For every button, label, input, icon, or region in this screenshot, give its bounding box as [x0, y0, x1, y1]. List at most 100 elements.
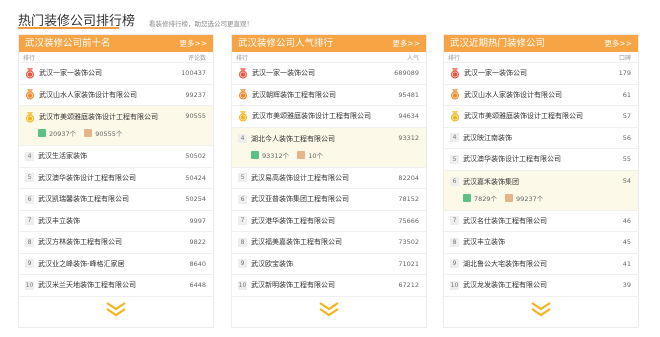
company-name[interactable]: 武汉方林装饰工程有限公司 [38, 237, 185, 247]
company-name[interactable]: 武汉山水人家装饰设计有限公司 [464, 90, 619, 100]
case-count-icon [84, 129, 93, 137]
company-stats: 93312个 10个 [251, 150, 331, 160]
rank-number: 5 [25, 173, 34, 183]
chevron-down-icon[interactable] [105, 301, 127, 321]
ranking-row[interactable]: 9 武汉欧宝装饰 71021 [232, 254, 426, 275]
ranking-row[interactable]: 8 武汉丰立装饰 45 [444, 232, 638, 254]
ranking-row[interactable]: 武汉市美颂雅庭装饰设计工程有限公司 90555 20937个 90555个 [19, 106, 213, 146]
rank-column-label: 排行 [23, 54, 36, 62]
ranking-row[interactable]: 4 湖北今人装饰工程有限公司 93312 93312个 10个 [232, 127, 426, 168]
ranking-row[interactable]: 9 湖北鲁公大宅装饰有限公司 41 [444, 254, 638, 275]
company-name[interactable]: 武汉丰立装饰 [463, 237, 619, 247]
ranking-row[interactable]: 4 武汉映江南装饰 56 [444, 128, 638, 149]
company-name[interactable]: 武汉新明装饰工程有限公司 [251, 280, 394, 290]
ranking-row[interactable]: 7 武汉名仕装饰工程有限公司 46 [444, 211, 638, 232]
company-name[interactable]: 武汉龙发装饰工程有限公司 [463, 280, 619, 290]
ranking-row[interactable]: 5 武汉澳华装饰设计工程有限公司 55 [444, 149, 638, 171]
ranking-row[interactable]: 武汉市美颂雅庭装饰设计工程有限公司 57 [444, 106, 638, 128]
ranking-value: 100437 [181, 69, 206, 78]
ranking-row[interactable]: 9 武汉业之峰装饰-峰格汇家居 8640 [19, 254, 213, 275]
ranking-row[interactable]: 10 武汉龙发装饰工程有限公司 39 [444, 275, 638, 297]
company-name[interactable]: 武汉米兰天地装饰工程有限公司 [38, 280, 185, 290]
rank-number: 10 [25, 280, 34, 290]
chevron-down-icon[interactable] [318, 301, 340, 321]
case-stat: 90555个 [84, 128, 122, 138]
ranking-row[interactable]: 10 武汉新明装饰工程有限公司 67212 [232, 275, 426, 297]
ranking-row[interactable]: 武汉山水人家装饰设计有限公司 61 [444, 85, 638, 106]
chevron-down-icon[interactable] [530, 301, 552, 321]
ranking-row[interactable]: 5 武汉易高装饰设计工程有限公司 82204 [232, 168, 426, 189]
ranking-value: 56 [622, 133, 631, 142]
ranking-row[interactable]: 6 武汉亚普装饰集团工程有限公司 78152 [232, 189, 426, 211]
company-name[interactable]: 武汉亚普装饰集团工程有限公司 [251, 194, 394, 204]
rank-number: 9 [238, 259, 247, 269]
panel-header: 武汉装修公司人气排行 更多>> [232, 35, 426, 52]
ranking-value: 55 [622, 155, 631, 164]
ranking-value: 94634 [398, 112, 419, 121]
company-name[interactable]: 武汉福美嘉装饰工程有限公司 [251, 237, 394, 247]
company-name[interactable]: 武汉市美颂雅庭装饰设计工程有限公司 [464, 111, 619, 121]
medal-icon [450, 110, 460, 122]
company-name[interactable]: 武汉丰立装饰 [38, 216, 185, 226]
case-count-icon [297, 150, 306, 159]
ranking-row[interactable]: 武汉市美颂雅庭装饰设计工程有限公司 94634 [232, 106, 426, 128]
company-name[interactable]: 武汉市美颂雅庭装饰设计工程有限公司 [252, 111, 394, 121]
rank-number: 10 [450, 280, 459, 290]
company-name[interactable]: 武汉名仕装饰工程有限公司 [463, 216, 619, 226]
company-name[interactable]: 武汉映江南装饰 [463, 133, 619, 143]
panel-title: 武汉近期热门装修公司 [450, 38, 546, 49]
company-name[interactable]: 武汉朝辉装饰工程有限公司 [252, 90, 394, 100]
ranking-value: 93312 [398, 133, 419, 142]
ranking-value: 50254 [185, 195, 206, 204]
ranking-row[interactable]: 6 武汉凯瑞馨装饰工程有限公司 50254 [19, 189, 213, 211]
ranking-row[interactable]: 5 武汉澳华装饰设计工程有限公司 50424 [19, 168, 213, 189]
ranking-value: 61 [622, 90, 631, 99]
ranking-row[interactable]: 8 武汉福美嘉装饰工程有限公司 73502 [232, 232, 426, 254]
more-link[interactable]: 更多>> [392, 35, 420, 52]
ranking-row[interactable]: 武汉山水人家装饰设计有限公司 99237 [19, 85, 213, 106]
ranking-row[interactable]: 武汉一家一装饰公司 100437 [19, 63, 213, 85]
company-name[interactable]: 武汉澳华装饰设计工程有限公司 [463, 154, 619, 164]
company-name[interactable]: 武汉一家一装饰公司 [464, 68, 615, 78]
company-name[interactable]: 武汉凯瑞馨装饰工程有限公司 [38, 194, 181, 204]
ranking-row[interactable]: 7 武汉丰立装饰 9997 [19, 211, 213, 232]
ranking-row[interactable]: 武汉一家一装饰公司 179 [444, 63, 638, 85]
comment-stat: 93312个 [251, 150, 289, 160]
company-name[interactable]: 武汉嘉禾装饰集团 [463, 177, 619, 187]
company-name[interactable]: 湖北今人装饰工程有限公司 [251, 134, 394, 144]
rank-number: 8 [25, 237, 34, 247]
company-name[interactable]: 武汉生活家装饰 [38, 151, 181, 161]
column-header: 排行 口碑 [444, 52, 638, 63]
company-name[interactable]: 武汉业之峰装饰-峰格汇家居 [38, 259, 185, 269]
ranking-row[interactable]: 7 武汉港华装饰工程有限公司 75666 [232, 211, 426, 232]
panel-popularity: 武汉装修公司人气排行 更多>> 排行 人气 武汉一家一装饰公司 689089 武汉朝辉装饰工… [231, 34, 427, 328]
company-name[interactable]: 武汉欧宝装饰 [251, 259, 394, 269]
title-underline [18, 27, 119, 29]
ranking-value: 6448 [189, 281, 206, 290]
company-name[interactable]: 武汉易高装饰设计工程有限公司 [251, 173, 394, 183]
ranking-row[interactable]: 武汉一家一装饰公司 689089 [232, 63, 426, 85]
medal-icon [25, 67, 35, 79]
ranking-row[interactable]: 8 武汉方林装饰工程有限公司 9822 [19, 232, 213, 254]
company-name[interactable]: 武汉澳华装饰设计工程有限公司 [38, 173, 181, 183]
company-name[interactable]: 武汉一家一装饰公司 [252, 68, 390, 78]
more-link[interactable]: 更多>> [604, 35, 632, 52]
company-name[interactable]: 湖北鲁公大宅装饰有限公司 [463, 259, 619, 269]
ranking-row[interactable]: 6 武汉嘉禾装饰集团 54 7829个 99237个 [444, 170, 638, 211]
panel-header: 武汉近期热门装修公司 更多>> [444, 35, 638, 52]
rank-column-label: 排行 [236, 54, 249, 62]
ranking-row[interactable]: 10 武汉米兰天地装饰工程有限公司 6448 [19, 275, 213, 297]
company-name[interactable]: 武汉市美颂雅庭装饰设计工程有限公司 [39, 112, 181, 122]
more-link[interactable]: 更多>> [179, 35, 207, 52]
company-name[interactable]: 武汉一家一装饰公司 [39, 68, 177, 78]
company-name[interactable]: 武汉山水人家装饰设计有限公司 [39, 90, 181, 100]
ranking-value: 99237 [185, 90, 206, 99]
rank-number: 7 [25, 216, 34, 226]
ranking-value: 90555 [185, 112, 206, 120]
ranking-row[interactable]: 4 武汉生活家装饰 50502 [19, 146, 213, 168]
ranking-row[interactable]: 武汉朝辉装饰工程有限公司 95481 [232, 85, 426, 106]
company-name[interactable]: 武汉港华装饰工程有限公司 [251, 216, 394, 226]
rank-number: 6 [238, 194, 247, 204]
comment-count: 7829个 [474, 194, 498, 203]
ranking-value: 41 [622, 259, 631, 268]
